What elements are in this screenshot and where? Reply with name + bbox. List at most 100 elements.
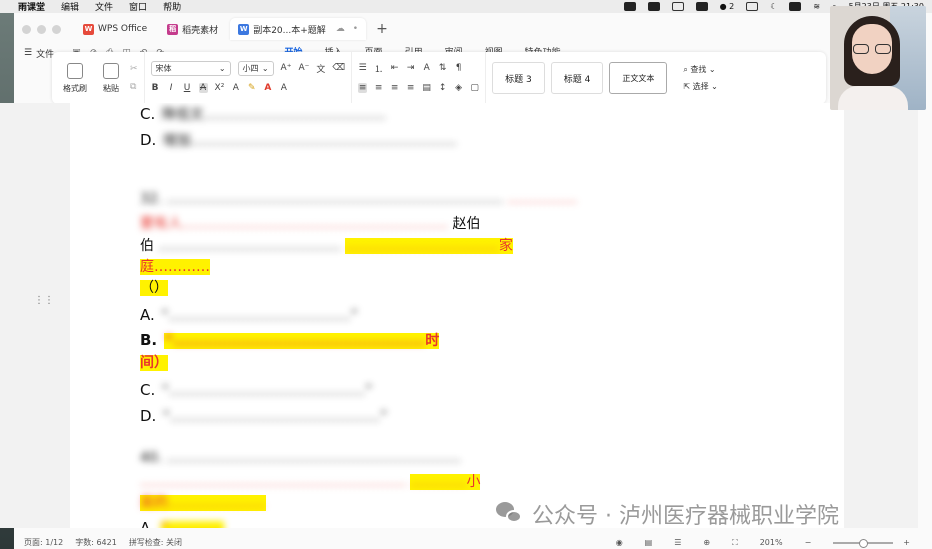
cloud-sync-icon[interactable]: ☁ [336, 24, 345, 34]
paste-button[interactable]: 粘贴 [94, 62, 128, 94]
wechat-count: 2 [729, 2, 735, 11]
menu-window[interactable]: 窗口 [129, 0, 147, 13]
align-left-icon[interactable]: ≡ [358, 83, 368, 93]
qq-icon[interactable] [695, 2, 708, 11]
shrink-font-icon[interactable]: A⁻ [298, 63, 309, 73]
fit-icon[interactable]: ⛶ [732, 538, 738, 548]
doc-line: （） [140, 278, 168, 298]
strikethrough-icon[interactable]: A [198, 83, 208, 93]
shading-icon[interactable]: ◈ [454, 83, 463, 93]
select-button[interactable]: ⇱ 选择 ⌄ [683, 81, 718, 92]
document-page[interactable]: C. 降低文………………………………… D. 增加………………………………………… [70, 103, 844, 528]
wechat-icon[interactable]: ● 2 [720, 2, 735, 11]
moon-icon[interactable]: ☾ [770, 2, 777, 11]
menu-app-name[interactable]: 雨课堂 [18, 0, 45, 13]
paste-icon [103, 62, 119, 79]
italic-icon[interactable]: I [167, 83, 176, 93]
menu-help[interactable]: 帮助 [163, 0, 181, 13]
copy-icon[interactable]: ⧉ [130, 82, 138, 92]
style-body-text[interactable]: 正文文本 [609, 62, 668, 94]
new-tab-button[interactable]: + [376, 21, 388, 37]
tab-bar: W WPS Office 稻 稻壳素材 W 副本20...本+题解 ☁ • + [14, 15, 830, 43]
outline-view-icon[interactable]: ☰ [674, 538, 681, 547]
tab-document[interactable]: W 副本20...本+题解 ☁ • [230, 18, 367, 40]
document-margin-left [0, 103, 70, 528]
zoom-in-icon[interactable]: + [903, 538, 910, 547]
char-border-icon[interactable]: A [279, 83, 288, 93]
blurred-text: 增加………………………………………………… [162, 133, 457, 149]
style-heading-4[interactable]: 标题 4 [550, 62, 604, 94]
close-window-button[interactable] [22, 24, 31, 34]
menu-file[interactable]: 文件 [95, 0, 113, 13]
web-view-icon[interactable]: ⊕ [703, 538, 710, 547]
bullet-list-icon[interactable]: ☰ [358, 63, 367, 73]
page-view-icon[interactable]: ▤ [645, 538, 653, 547]
blurred-text: “………………………………………” [162, 409, 388, 425]
tab-label: 稻壳素材 [182, 25, 219, 36]
border-icon[interactable]: ▢ [470, 83, 479, 93]
doc-line: 庭………… [140, 257, 210, 277]
paragraph-handle-icon[interactable]: ⋮⋮ [34, 295, 54, 306]
align-right-icon[interactable]: ≡ [390, 83, 399, 93]
tab-label: WPS Office [98, 24, 148, 34]
zoom-out-icon[interactable]: − [805, 538, 812, 547]
minimize-window-button[interactable] [37, 24, 46, 34]
input-method-icon[interactable] [789, 2, 802, 11]
font-color-icon[interactable]: A [263, 83, 272, 93]
option-letter: A. [140, 519, 155, 528]
option-letter: D. [140, 131, 157, 149]
wifi-icon[interactable]: ≋ [813, 2, 820, 11]
cut-icon[interactable]: ✂ [130, 64, 138, 74]
format-painter-button[interactable]: 格式刷 [58, 62, 92, 94]
presenter-glasses [853, 44, 891, 54]
tab-dot-icon[interactable]: • [353, 24, 358, 34]
number-list-icon[interactable]: ⒈ [374, 62, 383, 75]
spell-check-status[interactable]: 拼写检查: 关闭 [129, 537, 182, 548]
phonetic-icon[interactable]: 文 [316, 62, 325, 75]
increase-indent-icon[interactable]: ⇥ [406, 63, 415, 73]
blurred-red-text: 要有人………………………………………………… [140, 216, 448, 232]
underline-icon[interactable]: U [183, 83, 192, 93]
line-spacing-icon[interactable]: ↕ [438, 83, 447, 93]
zoom-window-button[interactable] [52, 24, 61, 34]
bold-icon[interactable]: B [151, 83, 160, 93]
grow-font-icon[interactable]: A⁺ [281, 63, 292, 73]
distribute-icon[interactable]: ▤ [422, 83, 431, 93]
menu-edit[interactable]: 编辑 [61, 0, 79, 13]
blurred-red-text: ………………………………………………… [140, 474, 406, 490]
justify-icon[interactable]: ≡ [406, 83, 415, 93]
tab-wps-office[interactable]: W WPS Office [75, 18, 155, 40]
font-name-select[interactable]: 宋体 ⌄ [150, 60, 231, 76]
show-marks-icon[interactable]: ¶ [454, 63, 463, 73]
find-button[interactable]: ⌕ 查找 ⌄ [683, 64, 718, 75]
sort-icon[interactable]: ⇅ [438, 63, 447, 73]
page-indicator[interactable]: 页面: 1/12 [24, 537, 63, 548]
align-center-icon[interactable]: ≡ [374, 83, 383, 93]
system-menubar: 雨课堂 编辑 文件 窗口 帮助 ● 2 ☾ ≋ ⌕ 5月23日 周五 21:30 [0, 0, 932, 13]
tab-daoke[interactable]: 稻 稻壳素材 [159, 18, 226, 40]
superscript-icon[interactable]: X² [215, 83, 225, 93]
cloud-icon[interactable] [671, 2, 684, 11]
font-size-select[interactable]: 小四 ⌄ [237, 60, 274, 76]
zoom-level[interactable]: 201% [760, 538, 783, 547]
status-bar: 页面: 1/12 字数: 6421 拼写检查: 关闭 ◉ ▤ ☰ ⊕ ⛶ 201… [14, 536, 932, 549]
webcam-overlay [830, 6, 926, 110]
decrease-indent-icon[interactable]: ⇤ [390, 63, 399, 73]
answer-blank: （） [140, 280, 168, 296]
blurred-text: “……………………………………” [161, 383, 373, 399]
word-count[interactable]: 字数: 6421 [75, 537, 117, 548]
file-menu-button[interactable]: ☰ 文件 [24, 47, 54, 60]
tab-label: 副本20...本+题解 [253, 25, 326, 36]
app-menubar-icon[interactable] [647, 2, 660, 11]
clear-format-icon[interactable]: ⌫ [332, 63, 345, 73]
clipboard-group: 格式刷 粘贴 ✂ ⧉ [52, 52, 145, 104]
chinese-layout-icon[interactable]: A [422, 63, 431, 73]
highlight-icon[interactable]: ✎ [247, 83, 256, 93]
text-effect-icon[interactable]: A [231, 83, 240, 93]
eye-icon[interactable]: ◉ [616, 538, 623, 547]
zoom-slider[interactable] [833, 538, 894, 548]
screen-icon[interactable] [746, 2, 759, 11]
wps-menubar-icon[interactable] [623, 2, 636, 11]
option-letter: A. [140, 306, 155, 324]
style-heading-3[interactable]: 标题 3 [492, 62, 545, 94]
